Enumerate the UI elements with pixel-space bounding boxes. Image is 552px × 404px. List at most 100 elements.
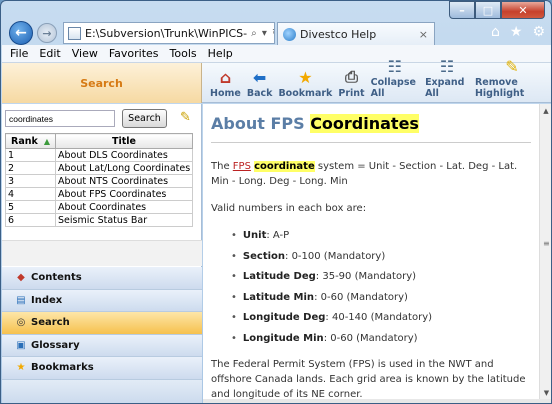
address-controls[interactable]: ⌕ ▾ ↻ ✕ [247, 28, 274, 39]
pane-index[interactable]: ▤ Index [2, 289, 202, 312]
favorites-star-icon[interactable]: ★ [510, 24, 523, 40]
field-value: : 35-90 (Mandatory) [315, 271, 417, 282]
menu-item-help[interactable]: Help [208, 47, 233, 60]
table-row[interactable]: 6 Seismic Status Bar [5, 213, 193, 227]
browser-right-icons: ⌂ ★ ⚙ [491, 24, 545, 40]
print-button[interactable]: ⎙ Print [335, 63, 367, 103]
pane-bookmarks[interactable]: ★ Bookmarks [2, 357, 202, 380]
tab-close-button[interactable]: × [419, 28, 428, 41]
highlighter-icon: ✎ [505, 57, 519, 76]
back-arrow-icon: ← [15, 25, 27, 41]
back-button[interactable]: ← [9, 21, 33, 45]
field-item: Longitude Min: 0-60 (Mandatory) [231, 331, 531, 352]
table-row[interactable]: 4 About FPS Coordinates [5, 187, 193, 201]
rank-cell: 4 [5, 187, 56, 201]
browser-tab[interactable]: Divestco Help × [277, 22, 435, 45]
field-name: Longitude Deg [242, 312, 326, 323]
page-title: About FPS Coordinates [211, 114, 531, 143]
field-value: : 0-100 (Mandatory) [285, 250, 386, 262]
field-value: : 0-60 (Mandatory) [323, 332, 418, 344]
menu-bar: File Edit View Favorites Tools Help [2, 45, 551, 63]
rank-cell: 1 [5, 148, 56, 162]
pane-label: Glossary [31, 339, 80, 351]
collapse-tree-icon: ☷ [387, 57, 402, 76]
pane-contents[interactable]: ◆ Contents [2, 267, 202, 290]
table-row[interactable]: 5 About Coordinates [5, 200, 193, 214]
menu-item-view[interactable]: View [72, 47, 98, 60]
rank-cell: 3 [5, 174, 56, 188]
valid-text: Valid numbers in each box are: [211, 203, 367, 214]
expand-all-button[interactable]: ☷ Expand All [422, 57, 472, 103]
pane-selector: ◆ Contents ▤ Index ◎ Search ▣ Glossary ★ Bookmark… [2, 267, 202, 403]
horizontal-scrollbar[interactable] [203, 399, 551, 403]
menu-item-favorites[interactable]: Favorites [109, 47, 159, 60]
title-cell[interactable]: About Coordinates [55, 200, 193, 214]
field-item: Unit: A-P [231, 228, 531, 249]
home-icon: ⌂ [219, 67, 232, 87]
tool-label: Bookmark [278, 88, 333, 99]
pane-search[interactable]: ◎ Search [2, 312, 202, 335]
fps-link[interactable]: FPS [233, 161, 251, 172]
field-name: Unit [242, 230, 267, 241]
maximize-button[interactable]: □ [475, 1, 501, 19]
search-button[interactable]: Search [122, 109, 167, 128]
rank-cell: 6 [5, 213, 56, 227]
home-button[interactable]: ⌂ Home [207, 63, 244, 103]
pane-footer [2, 379, 202, 403]
table-row[interactable]: 2 About Lat/Long Coordinates [5, 161, 193, 175]
back-button[interactable]: ⬅ Back [244, 63, 276, 103]
book-icon: ◆ [17, 272, 25, 284]
pane-glossary[interactable]: ▣ Glossary [2, 334, 202, 357]
field-item: Latitude Min: 0-60 (Mandatory) [231, 290, 531, 311]
tool-label: Print [338, 88, 365, 99]
window-controls: – □ ✕ [449, 1, 545, 19]
remove-highlight-button[interactable]: ✎ Remove Highlight [472, 57, 551, 103]
highlighter-icon[interactable]: ✎ [180, 110, 191, 125]
tool-label: Collapse All [370, 77, 416, 99]
title-column-header[interactable]: Title [55, 133, 193, 149]
menu-item-file[interactable]: File [10, 47, 28, 60]
results-table: Rank ▲ Title 1 About DLS Coordinates 2 About… [5, 133, 193, 227]
tab-title: Divestco Help [300, 27, 377, 41]
back-arrow-icon: ⬅ [252, 67, 267, 87]
field-value: : 0-60 (Mandatory) [314, 291, 408, 303]
field-name: Longitude Min [242, 332, 324, 344]
menu-item-edit[interactable]: Edit [39, 47, 60, 60]
vertical-scrollbar[interactable]: ▲ ≡ ▼ [539, 104, 551, 399]
rank-cell: 2 [5, 161, 56, 175]
address-bar[interactable]: E:\Subversion\Trunk\WinPICS- ⌕ ▾ ↻ ✕ [63, 22, 275, 44]
index-icon: ▤ [16, 294, 26, 306]
rank-column-header[interactable]: Rank ▲ [5, 133, 56, 149]
forward-arrow-icon: → [42, 26, 52, 40]
pane-label: Bookmarks [31, 362, 94, 374]
menu-item-tools[interactable]: Tools [170, 47, 197, 60]
scroll-grip[interactable]: ≡ [543, 239, 550, 248]
title-cell[interactable]: About NTS Coordinates [55, 174, 193, 188]
field-item: Longitude Deg: 40-140 (Mandatory) [231, 310, 531, 331]
search-input[interactable] [5, 110, 115, 127]
home-icon[interactable]: ⌂ [491, 24, 500, 40]
gear-icon[interactable]: ⚙ [532, 24, 545, 40]
pane-label: Search [31, 317, 70, 329]
title-cell[interactable]: Seismic Status Bar [55, 213, 193, 227]
title-cell[interactable]: About Lat/Long Coordinates [55, 161, 193, 175]
expand-tree-icon: ☷ [439, 57, 455, 76]
table-row[interactable]: 3 About NTS Coordinates [5, 174, 193, 188]
bookmark-button[interactable]: ★ Bookmark [275, 63, 335, 103]
title-cell[interactable]: About DLS Coordinates [55, 148, 193, 162]
field-value: : A-P [266, 230, 290, 241]
search-hit: Coordinates [310, 114, 419, 133]
scroll-up-icon[interactable]: ▲ [540, 104, 551, 117]
address-text: E:\Subversion\Trunk\WinPICS- [85, 26, 248, 40]
forward-button[interactable]: → [37, 23, 57, 43]
scroll-down-icon[interactable]: ▼ [540, 386, 551, 399]
field-list: Unit: A-PSection: 0-100 (Mandatory)Latit… [231, 228, 531, 351]
pane-splitter[interactable] [2, 240, 202, 266]
footer-paragraph: The Federal Permit System (FPS) is used … [211, 359, 526, 399]
minimize-button[interactable]: – [449, 1, 475, 19]
title-cell[interactable]: About FPS Coordinates [55, 187, 193, 201]
field-item: Latitude Deg: 35-90 (Mandatory) [231, 269, 531, 290]
close-window-button[interactable]: ✕ [501, 1, 545, 19]
collapse-all-button[interactable]: ☷ Collapse All [368, 57, 422, 103]
table-row[interactable]: 1 About DLS Coordinates [5, 148, 193, 162]
